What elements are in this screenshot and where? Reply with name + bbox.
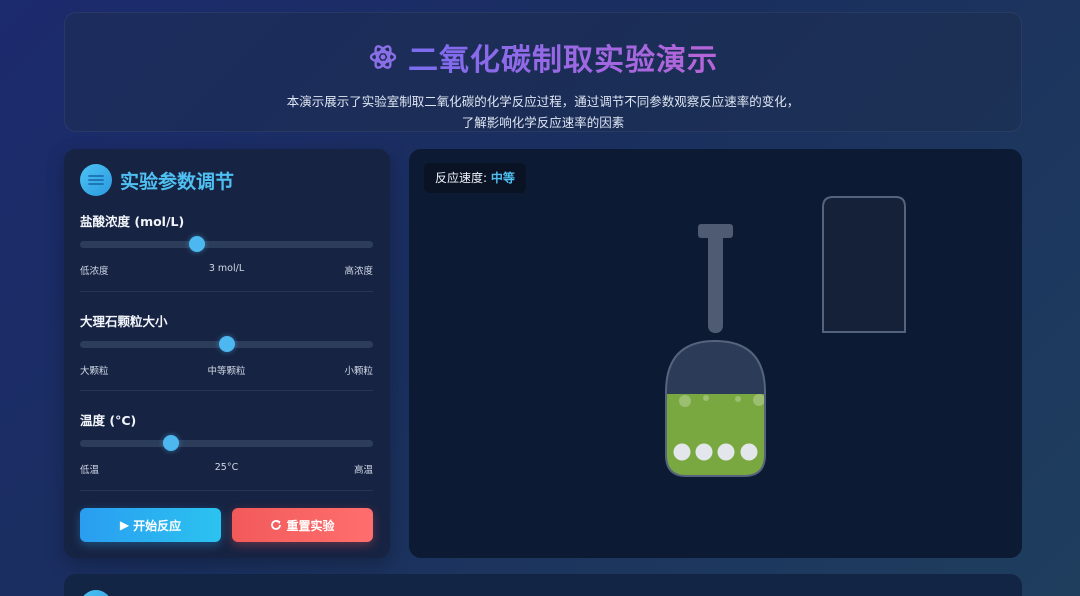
particle-size-label: 大理石颗粒大小 — [80, 314, 168, 329]
particle-size-max-label: 小颗粒 — [344, 366, 373, 377]
delivery-tube — [698, 224, 733, 333]
particle-size-slider-thumb[interactable] — [218, 336, 235, 352]
particle-size-min-label: 大颗粒 — [80, 366, 109, 377]
concentration-min-label: 低浓度 — [80, 266, 109, 277]
start-reaction-label: 开始反应 — [133, 518, 182, 533]
temperature-slider-thumb[interactable] — [162, 435, 179, 451]
acid-liquid — [666, 394, 765, 476]
concentration-slider-thumb[interactable] — [189, 236, 206, 252]
sliders-icon — [80, 164, 112, 196]
reaction-stage: 反应速度: 中等 — [409, 149, 1022, 558]
particle-size-value: 中等颗粒 — [207, 366, 246, 377]
page-description: 本演示展示了实验室制取二氧化碳的化学反应过程，通过调节不同参数观察反应速率的变化… — [65, 91, 1021, 133]
divider — [80, 390, 373, 391]
apparatus — [665, 196, 906, 477]
header-card: 二氧化碳制取实验演示 本演示展示了实验室制取二氧化碳的化学反应过程，通过调节不同… — [64, 12, 1022, 132]
concentration-max-label: 高浓度 — [344, 266, 373, 277]
concentration-slider[interactable] — [80, 236, 373, 252]
gas-collection-jar — [822, 196, 906, 333]
temperature-min-label: 低温 — [80, 465, 100, 476]
particle-size-control: 大理石颗粒大小 大颗粒 中等颗粒 小颗粒 — [80, 311, 373, 377]
atom-icon — [369, 45, 397, 69]
concentration-label: 盐酸浓度 (mol/L) — [80, 214, 185, 229]
parameter-panel: 实验参数调节 盐酸浓度 (mol/L) 低浓度 3 mol/L 高浓度 大理石颗… — [64, 149, 390, 558]
panel-title: 实验参数调节 — [120, 170, 235, 193]
temperature-max-label: 高温 — [353, 465, 373, 476]
bottom-section-card — [64, 574, 1022, 596]
temperature-label: 温度 (°C) — [80, 413, 137, 428]
temperature-value: 25°C — [214, 462, 239, 473]
divider — [80, 291, 373, 292]
temperature-slider[interactable] — [80, 435, 373, 451]
concentration-control: 盐酸浓度 (mol/L) 低浓度 3 mol/L 高浓度 — [80, 211, 373, 277]
page-title: 二氧化碳制取实验演示 — [408, 35, 718, 79]
temperature-control: 温度 (°C) 低温 25°C 高温 — [80, 410, 373, 476]
divider — [80, 490, 373, 491]
reset-experiment-label: 重置实验 — [286, 518, 335, 533]
play-icon: ▶ — [119, 518, 130, 532]
particle-size-slider[interactable] — [80, 336, 373, 352]
description-line-2: 了解影响化学反应速率的因素 — [461, 115, 625, 130]
concentration-value: 3 mol/L — [208, 263, 245, 274]
reset-icon — [271, 520, 282, 530]
reset-experiment-button[interactable]: 重置实验 — [232, 508, 373, 542]
section-icon — [80, 590, 112, 596]
start-reaction-button[interactable]: ▶ 开始反应 — [80, 508, 221, 542]
description-line-1: 本演示展示了实验室制取二氧化碳的化学反应过程，通过调节不同参数观察反应速率的变化… — [286, 94, 800, 109]
reaction-flask — [665, 339, 766, 477]
